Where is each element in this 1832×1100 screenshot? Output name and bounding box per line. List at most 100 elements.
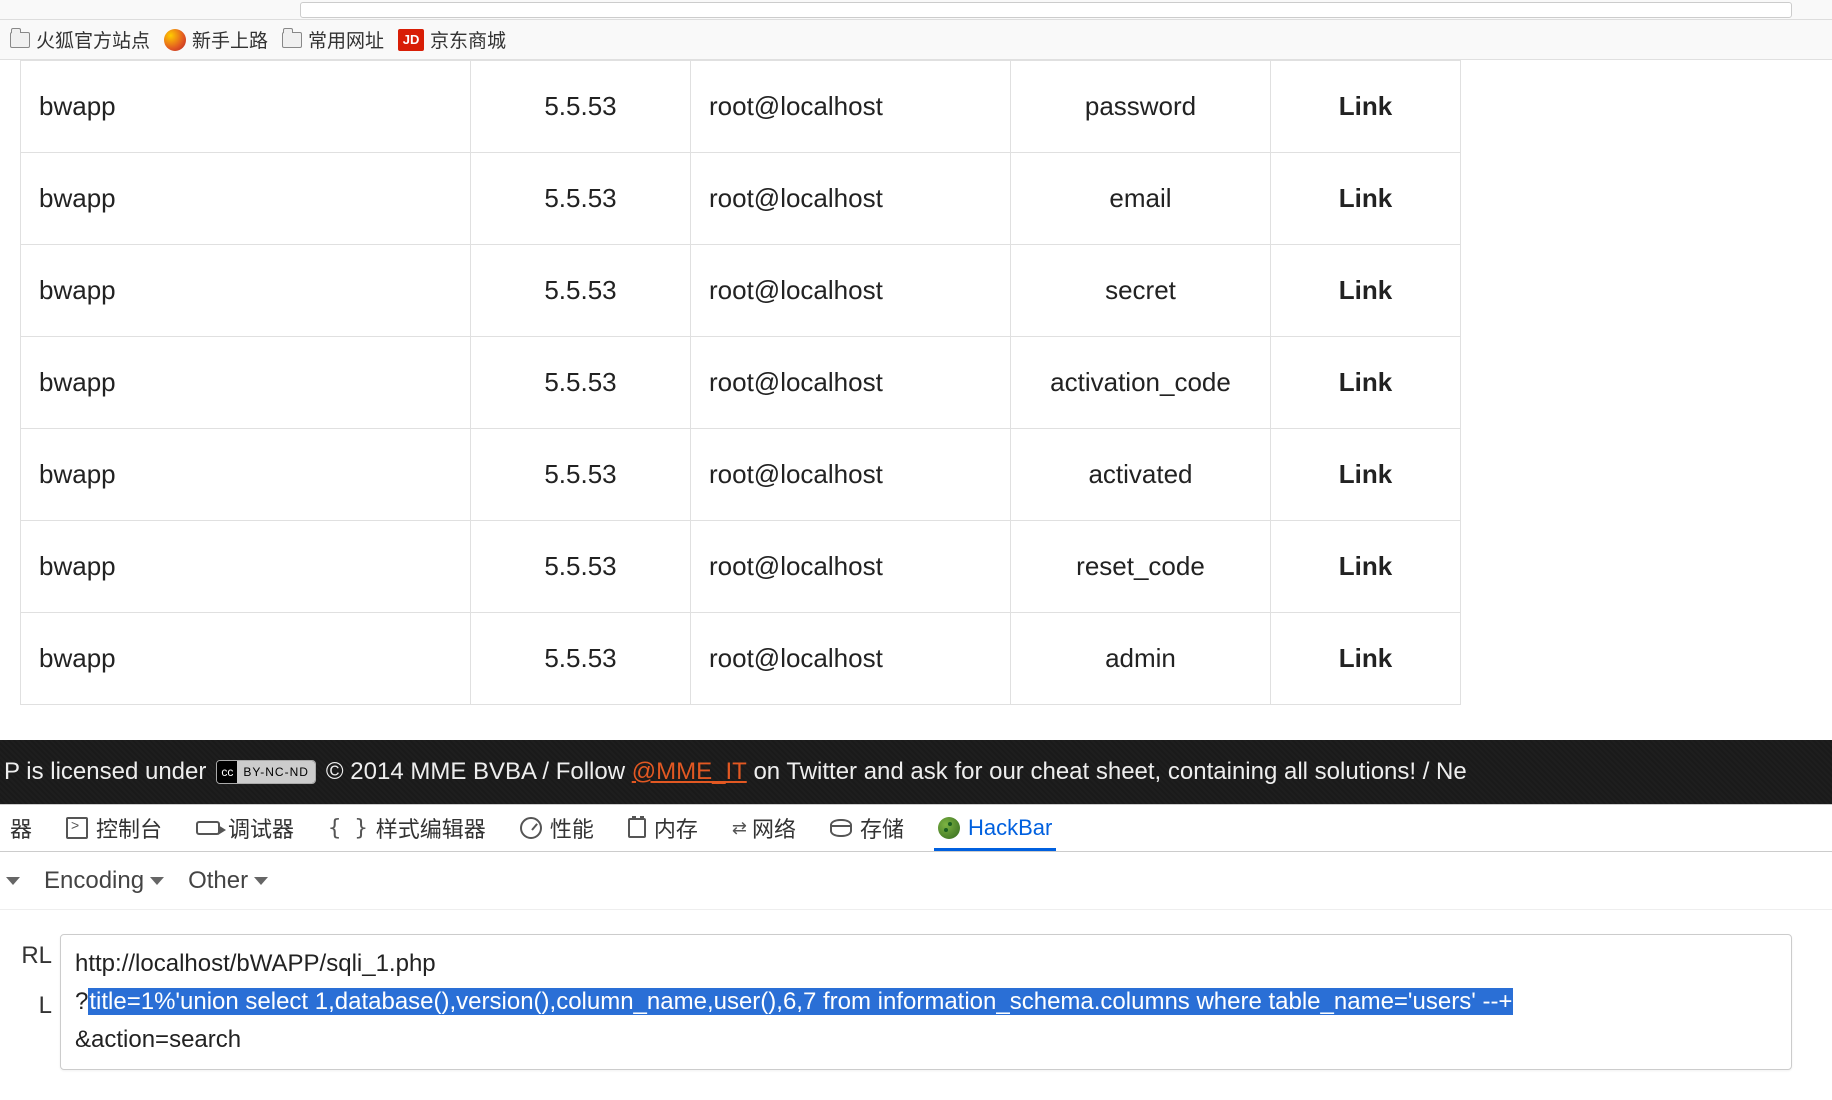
hackbar-toolbar: Encoding Other	[0, 852, 1832, 910]
footer-text-left: P is licensed under	[4, 758, 206, 786]
link-cell[interactable]: Link	[1271, 153, 1461, 245]
hackbar-encoding-dropdown[interactable]: Encoding	[44, 867, 164, 895]
url-line-3: &action=search	[75, 1021, 1777, 1059]
cc-license-badge[interactable]: cc BY-NC-ND	[216, 760, 316, 784]
hackbar-url-input[interactable]: http://localhost/bWAPP/sqli_1.php ?title…	[60, 934, 1792, 1070]
network-icon: ⇄	[732, 818, 744, 839]
data-cell: 5.5.53	[471, 245, 691, 337]
url-line-2: ?title=1%'union select 1,database(),vers…	[75, 983, 1777, 1021]
data-cell: 5.5.53	[471, 521, 691, 613]
data-cell: root@localhost	[691, 153, 1011, 245]
tab-label: 控制台	[96, 812, 162, 844]
table-row: bwapp5.5.53root@localhostactivatedLink	[21, 429, 1461, 521]
results-table: bwapp5.5.53root@localhostpasswordLinkbwa…	[20, 60, 1461, 705]
data-cell: 5.5.53	[471, 153, 691, 245]
tab-hackbar[interactable]: HackBar	[934, 805, 1056, 851]
data-cell: 5.5.53	[471, 61, 691, 153]
data-cell: bwapp	[21, 337, 471, 429]
table-row: bwapp5.5.53root@localhostadminLink	[21, 613, 1461, 705]
link-cell[interactable]: Link	[1271, 429, 1461, 521]
bookmark-label: 新手上路	[192, 26, 268, 53]
braces-icon: { }	[328, 816, 368, 841]
bookmark-getting-started[interactable]: 新手上路	[164, 26, 268, 53]
tab-console[interactable]: 控制台	[62, 805, 166, 851]
gauge-icon	[520, 817, 542, 839]
link-cell[interactable]: Link	[1271, 61, 1461, 153]
data-cell: root@localhost	[691, 61, 1011, 153]
data-cell: bwapp	[21, 521, 471, 613]
tab-storage[interactable]: 存储	[826, 805, 908, 851]
chevron-down-icon	[150, 877, 164, 885]
data-cell: admin	[1011, 613, 1271, 705]
jd-icon: JD	[398, 29, 424, 51]
data-cell: 5.5.53	[471, 613, 691, 705]
tab-label: 样式编辑器	[376, 812, 486, 844]
chip-icon	[628, 818, 646, 838]
tab-label: HackBar	[968, 815, 1052, 841]
table-row: bwapp5.5.53root@localhostactivation_code…	[21, 337, 1461, 429]
folder-icon	[10, 32, 30, 48]
hackbar-icon	[938, 817, 960, 839]
console-icon	[66, 817, 88, 839]
link-cell[interactable]: Link	[1271, 613, 1461, 705]
data-cell: bwapp	[21, 429, 471, 521]
footer-text-mid2: on Twitter and ask for our cheat sheet, …	[753, 758, 1466, 786]
data-cell: 5.5.53	[471, 429, 691, 521]
table-row: bwapp5.5.53root@localhostreset_codeLink	[21, 521, 1461, 613]
dropdown-label: Encoding	[44, 867, 144, 895]
footer-twitter-link[interactable]: @MME_IT	[632, 758, 747, 786]
chevron-down-icon	[254, 877, 268, 885]
hackbar-other-dropdown[interactable]: Other	[188, 867, 268, 895]
data-cell: reset_code	[1011, 521, 1271, 613]
bookmark-jd[interactable]: JD 京东商城	[398, 26, 506, 53]
address-bar[interactable]	[300, 2, 1792, 18]
label-url: RL	[0, 934, 52, 978]
bookmark-label: 京东商城	[430, 26, 506, 53]
data-cell: secret	[1011, 245, 1271, 337]
tab-network[interactable]: ⇄ 网络	[728, 805, 800, 851]
tab-debugger[interactable]: 调试器	[192, 805, 298, 851]
link-cell[interactable]: Link	[1271, 245, 1461, 337]
tab-inspector-partial[interactable]: 器	[6, 805, 36, 851]
data-cell: bwapp	[21, 245, 471, 337]
data-cell: activated	[1011, 429, 1271, 521]
bookmark-label: 火狐官方站点	[36, 26, 150, 53]
data-cell: root@localhost	[691, 245, 1011, 337]
page-footer: P is licensed under cc BY-NC-ND © 2014 M…	[0, 740, 1832, 804]
data-cell: bwapp	[21, 153, 471, 245]
data-cell: email	[1011, 153, 1271, 245]
url-line2-prefix: ?	[75, 988, 88, 1015]
hackbar-dropdown-first[interactable]	[6, 877, 20, 885]
link-cell[interactable]: Link	[1271, 337, 1461, 429]
bookmark-label: 常用网址	[308, 26, 384, 53]
data-cell: bwapp	[21, 613, 471, 705]
table-row: bwapp5.5.53root@localhostsecretLink	[21, 245, 1461, 337]
tab-label: 存储	[860, 812, 904, 844]
bookmark-firefox-official[interactable]: 火狐官方站点	[10, 26, 150, 53]
data-cell: password	[1011, 61, 1271, 153]
chevron-down-icon	[6, 877, 20, 885]
tab-style-editor[interactable]: { } 样式编辑器	[324, 805, 490, 851]
data-cell: root@localhost	[691, 429, 1011, 521]
label-l: L	[0, 984, 52, 1028]
link-cell[interactable]: Link	[1271, 521, 1461, 613]
tab-label: 网络	[752, 812, 796, 844]
tab-label: 器	[10, 812, 32, 844]
data-cell: root@localhost	[691, 521, 1011, 613]
tab-memory[interactable]: 内存	[624, 805, 702, 851]
bookmarks-bar: 火狐官方站点 新手上路 常用网址 JD 京东商城	[0, 20, 1832, 60]
firefox-icon	[164, 29, 186, 51]
tab-label: 内存	[654, 812, 698, 844]
url-line-1: http://localhost/bWAPP/sqli_1.php	[75, 945, 1777, 983]
browser-chrome-top	[0, 0, 1832, 20]
bookmark-common-sites[interactable]: 常用网址	[282, 26, 384, 53]
cc-license-text: BY-NC-ND	[237, 761, 315, 783]
table-row: bwapp5.5.53root@localhostemailLink	[21, 153, 1461, 245]
data-cell: bwapp	[21, 61, 471, 153]
data-cell: activation_code	[1011, 337, 1271, 429]
url-field-labels: RL L	[0, 934, 60, 1070]
tab-performance[interactable]: 性能	[516, 805, 598, 851]
cc-icon: cc	[217, 761, 237, 783]
footer-text-mid1: © 2014 MME BVBA / Follow	[326, 758, 625, 786]
data-cell: 5.5.53	[471, 337, 691, 429]
